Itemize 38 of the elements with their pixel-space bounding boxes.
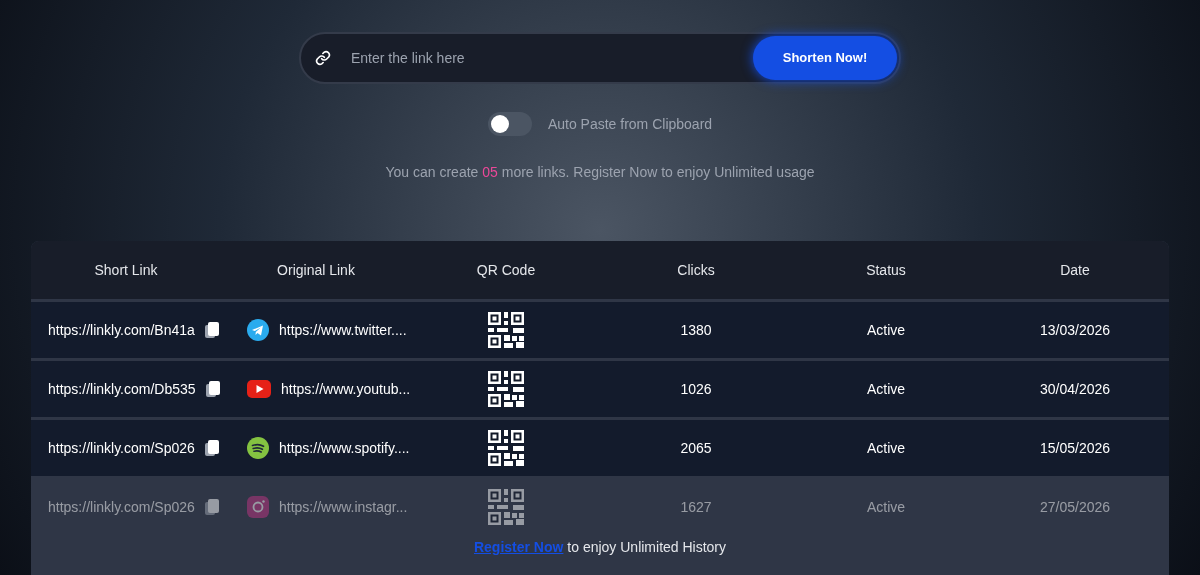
status-cell-text: Active — [866, 320, 906, 340]
copy-icon[interactable] — [204, 439, 219, 457]
date-cell-text: 15/05/2026 — [1039, 438, 1111, 458]
short-link[interactable]: https://linkly.com/Db535 — [48, 378, 196, 400]
date-cell-text: 27/05/2026 — [1039, 497, 1111, 517]
history-notice: to enjoy Unlimited History — [566, 538, 727, 557]
column-header: Original Link — [277, 260, 355, 280]
link-icon — [315, 50, 331, 66]
short-link[interactable]: https://linkly.com/Bn41a — [48, 319, 195, 341]
status-cell-text: Active — [866, 379, 906, 399]
qr-code-icon[interactable] — [488, 371, 524, 407]
status-cell-text: Active — [866, 497, 906, 517]
paper-plane-icon — [247, 319, 269, 341]
link-input-field[interactable]: Enter the link here Shorten Now! — [299, 32, 901, 84]
short-link[interactable]: https://linkly.com/Sp026 — [48, 437, 195, 459]
camera-icon — [247, 496, 269, 518]
status-cell-text: Active — [866, 438, 906, 458]
clicks-cell-text: 1026 — [680, 379, 712, 399]
qr-code-icon[interactable] — [488, 312, 524, 348]
clicks-cell-text: 1380 — [680, 320, 712, 340]
auto-paste-label: Auto Paste from Clipboard — [547, 114, 713, 134]
shorten-button[interactable]: Shorten Now! — [753, 36, 897, 80]
column-header: Short Link — [94, 260, 158, 280]
date-cell-text: 30/04/2026 — [1039, 379, 1111, 399]
clicks-cell-text: 1627 — [680, 497, 712, 517]
qr-code-icon[interactable] — [488, 430, 524, 466]
column-header: Status — [866, 260, 906, 280]
column-header: QR Code — [476, 260, 536, 280]
copy-icon[interactable] — [204, 321, 219, 339]
column-header: Date — [1060, 260, 1090, 280]
sound-waves-icon — [247, 437, 269, 459]
play-icon — [247, 380, 271, 398]
date-cell-text: 13/03/2026 — [1039, 320, 1111, 340]
column-header: Clicks — [677, 260, 715, 280]
copy-icon[interactable] — [205, 380, 220, 398]
remaining-links-notice: You can create 05 more links. Register Now to enjoy Unlimited usage — [385, 163, 815, 182]
clicks-cell-text: 2065 — [680, 438, 712, 458]
auto-paste-toggle[interactable] — [487, 112, 532, 136]
